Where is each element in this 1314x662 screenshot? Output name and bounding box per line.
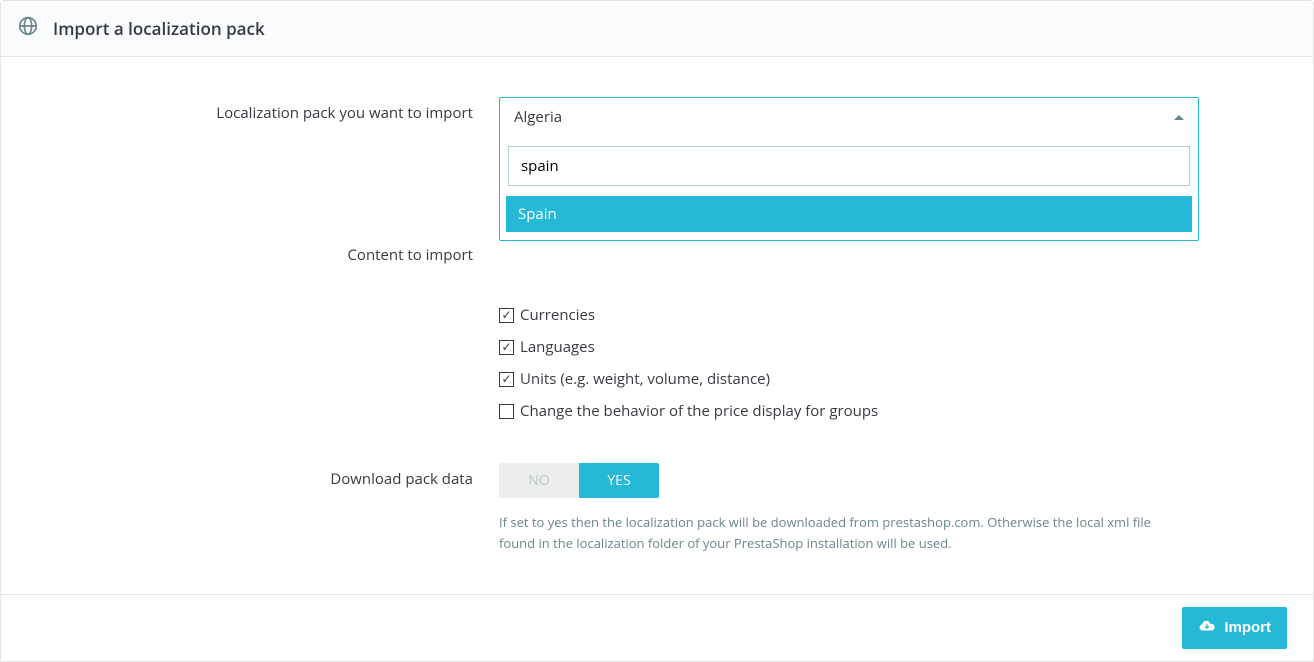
localization-pack-control: Algeria Spain <box>499 97 1199 241</box>
globe-icon <box>17 15 39 42</box>
checkbox-label-languages: Languages <box>520 337 595 357</box>
select-option-spain[interactable]: Spain <box>506 196 1192 232</box>
download-help-text: If set to yes then the localization pack… <box>499 512 1179 554</box>
panel-title: Import a localization pack <box>53 17 265 40</box>
label-localization-pack: Localization pack you want to import <box>21 97 499 123</box>
checkbox-units[interactable] <box>499 372 514 387</box>
chevron-up-icon <box>1174 115 1184 120</box>
checkbox-row-price-display: Change the behavior of the price display… <box>499 401 1199 421</box>
row-content-to-import: Content to import Currencies Languages U… <box>21 239 1293 433</box>
import-button-label: Import <box>1224 619 1271 636</box>
checkbox-row-units: Units (e.g. weight, volume, distance) <box>499 369 1199 389</box>
panel-footer: Import <box>1 594 1313 661</box>
checkbox-label-currencies: Currencies <box>520 305 595 325</box>
row-localization-pack: Localization pack you want to import Alg… <box>21 97 1293 241</box>
label-download-pack: Download pack data <box>21 463 499 489</box>
select-results: Spain <box>500 190 1198 240</box>
import-button[interactable]: Import <box>1182 607 1287 649</box>
label-content-to-import: Content to import <box>21 239 499 265</box>
checkbox-row-languages: Languages <box>499 337 1199 357</box>
checkbox-price-display[interactable] <box>499 404 514 419</box>
checkbox-row-currencies: Currencies <box>499 305 1199 325</box>
selected-value: Algeria <box>514 107 562 127</box>
select-search-wrap <box>500 136 1198 190</box>
row-download-pack: Download pack data NO YES If set to yes … <box>21 463 1293 554</box>
toggle-yes[interactable]: YES <box>579 463 659 498</box>
select-search-input[interactable] <box>508 146 1190 186</box>
checkbox-currencies[interactable] <box>499 308 514 323</box>
checkbox-label-price-display: Change the behavior of the price display… <box>520 401 878 421</box>
localization-import-panel: Import a localization pack Localization … <box>0 0 1314 662</box>
cloud-download-icon <box>1198 617 1216 639</box>
download-toggle: NO YES <box>499 463 659 498</box>
checkbox-label-units: Units (e.g. weight, volume, distance) <box>520 369 770 389</box>
panel-body: Localization pack you want to import Alg… <box>1 57 1313 594</box>
localization-pack-select[interactable]: Algeria Spain <box>499 97 1199 241</box>
content-to-import-control: Currencies Languages Units (e.g. weight,… <box>499 239 1199 433</box>
toggle-no[interactable]: NO <box>499 463 579 498</box>
checkbox-list: Currencies Languages Units (e.g. weight,… <box>499 239 1199 421</box>
panel-heading: Import a localization pack <box>1 1 1313 57</box>
download-pack-control: NO YES If set to yes then the localizati… <box>499 463 1199 554</box>
checkbox-languages[interactable] <box>499 340 514 355</box>
select-display[interactable]: Algeria <box>500 98 1198 136</box>
